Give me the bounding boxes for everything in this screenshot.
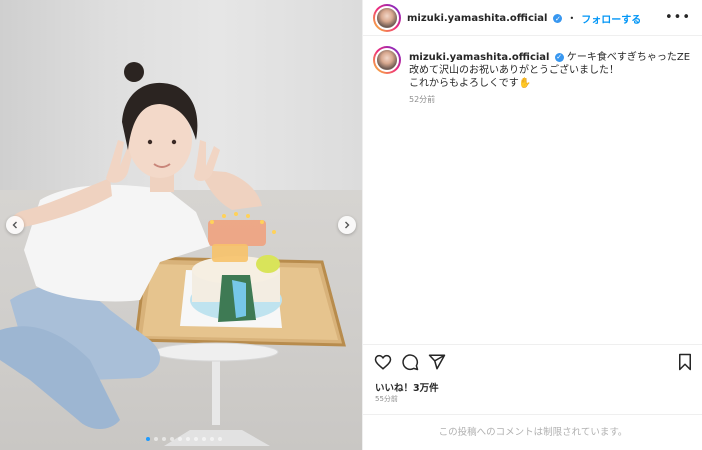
post-header: mizuki.yamashita.official ✓ • フォローする ••• xyxy=(363,0,702,36)
follow-button[interactable]: フォローする xyxy=(581,11,641,26)
caption-line-1: ケーキ食べすぎちゃったZE xyxy=(566,52,691,63)
post-photo[interactable] xyxy=(0,0,362,450)
caption-line: mizuki.yamashita.official ✓ ケーキ食べすぎちゃったZ… xyxy=(409,51,691,64)
avatar-image xyxy=(375,6,399,30)
caption-line-2: 改めて沢山のお祝いありがとうございました！ xyxy=(409,65,619,76)
carousel-dot xyxy=(210,437,214,441)
action-bar xyxy=(363,344,702,378)
carousel-next-button[interactable] xyxy=(338,216,356,234)
caption-time[interactable]: 52分前 xyxy=(409,94,435,105)
avatar[interactable] xyxy=(373,4,401,32)
likes-count[interactable]: いいね！3万件 xyxy=(375,380,439,394)
caption-avatar-image xyxy=(375,48,399,72)
carousel-dot xyxy=(194,437,198,441)
carousel-dot xyxy=(186,437,190,441)
header-separator: • xyxy=(569,14,575,23)
caption-text: mizuki.yamashita.official ✓ ケーキ食べすぎちゃったZ… xyxy=(409,51,691,90)
carousel-dot xyxy=(202,437,206,441)
carousel-dot xyxy=(218,437,222,441)
more-options-button[interactable]: ••• xyxy=(665,10,691,25)
verified-badge-icon: ✓ xyxy=(553,14,563,23)
verified-badge-icon: ✓ xyxy=(554,52,564,62)
carousel-dot xyxy=(178,437,182,441)
carousel-dot xyxy=(162,437,166,441)
share-icon[interactable] xyxy=(428,353,446,371)
chevron-left-icon xyxy=(12,221,17,229)
comment-icon[interactable] xyxy=(401,353,419,371)
photo-illustration xyxy=(0,62,346,446)
bookmark-icon[interactable] xyxy=(676,353,694,371)
post-details-panel: mizuki.yamashita.official ✓ • フォローする •••… xyxy=(362,0,702,450)
comments-disabled-notice: この投稿へのコメントは制限されています。 xyxy=(363,414,702,450)
caption-line-3: これからもよろしくです✋ xyxy=(409,78,532,89)
carousel-indicator xyxy=(146,437,222,441)
carousel-dot xyxy=(146,437,150,441)
carousel-dot xyxy=(154,437,158,441)
carousel-prev-button[interactable] xyxy=(6,216,24,234)
chevron-right-icon xyxy=(345,221,350,229)
header-username[interactable]: mizuki.yamashita.official xyxy=(407,13,547,24)
header-user-row: mizuki.yamashita.official ✓ • フォローする xyxy=(407,11,641,26)
heart-icon[interactable] xyxy=(374,353,392,371)
carousel-dot xyxy=(170,437,174,441)
caption-username[interactable]: mizuki.yamashita.official xyxy=(409,52,549,63)
caption-avatar[interactable] xyxy=(373,46,401,74)
post-timestamp[interactable]: 55分前 xyxy=(375,394,398,404)
